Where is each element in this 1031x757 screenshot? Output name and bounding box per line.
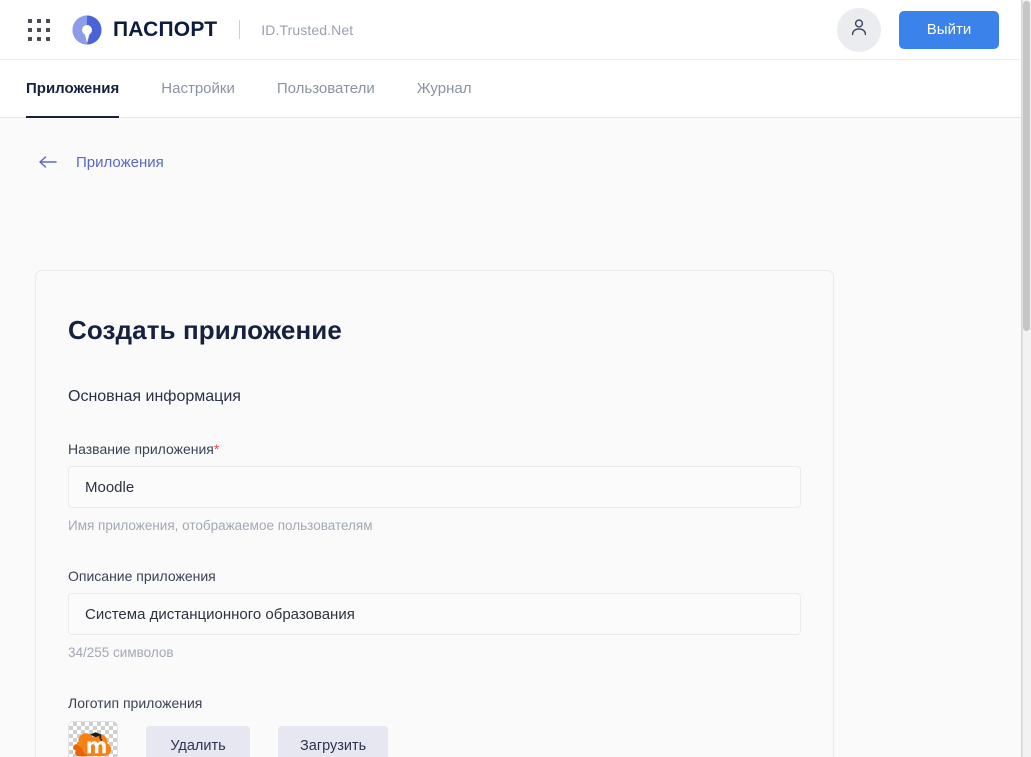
tab-journal[interactable]: Журнал <box>403 60 486 117</box>
brand-block[interactable]: ПАСПОРТ ID.Trusted.Net <box>72 15 353 45</box>
page-title: Создать приложение <box>68 315 342 345</box>
create-application-card: Создать приложение Основная информация Н… <box>35 270 834 757</box>
brand-name: ПАСПОРТ <box>113 17 218 41</box>
tab-users[interactable]: Пользователи <box>263 60 389 117</box>
back-link-applications[interactable]: Приложения <box>76 154 164 171</box>
page-scrollbar-thumb[interactable] <box>1023 1 1030 331</box>
app-logo-label: Логотип приложения <box>68 695 203 711</box>
user-avatar[interactable] <box>837 7 881 52</box>
tab-applications[interactable]: Приложения <box>26 60 133 118</box>
tab-label: Приложения <box>26 80 120 97</box>
delete-logo-button[interactable]: Удалить <box>146 726 250 757</box>
app-logo-row: Удалить Загрузить <box>68 721 801 757</box>
brand-divider <box>239 20 241 39</box>
app-description-input[interactable] <box>68 593 801 635</box>
tab-label: Журнал <box>416 80 472 97</box>
app-description-counter: 34/255 символов <box>68 645 174 660</box>
app-name-label-text: Название приложения <box>68 441 214 457</box>
app-name-helper: Имя приложения, отображаемое пользовател… <box>68 518 373 533</box>
passport-circle-logo-icon <box>72 15 102 45</box>
app-name-label: Название приложения* <box>68 441 801 457</box>
required-marker: * <box>213 441 220 457</box>
breadcrumb: Приложения <box>0 118 1021 178</box>
main-content: Приложения Создать приложение Основная и… <box>0 118 1021 757</box>
page-scrollbar[interactable] <box>1022 0 1031 757</box>
upload-logo-button[interactable]: Загрузить <box>278 726 389 757</box>
user-avatar-icon <box>849 17 869 42</box>
field-app-name: Название приложения* Имя приложения, ото… <box>68 441 801 533</box>
tab-label: Пользователи <box>276 80 375 97</box>
arrow-left-icon[interactable] <box>38 154 58 170</box>
moodle-logo-image <box>68 721 118 757</box>
tab-settings[interactable]: Настройки <box>147 60 249 117</box>
tab-label: Настройки <box>161 80 235 97</box>
field-app-description: Описание приложения 34/255 символов <box>68 568 801 660</box>
grid-apps-icon[interactable] <box>28 18 50 41</box>
app-page: ПАСПОРТ ID.Trusted.Net Выйти Приложения <box>0 0 1022 757</box>
brand-subtitle: ID.Trusted.Net <box>261 21 354 38</box>
browser-viewport: ПАСПОРТ ID.Trusted.Net Выйти Приложения <box>0 0 1031 757</box>
section-title-basic-info: Основная информация <box>68 388 241 405</box>
app-description-label: Описание приложения <box>68 568 216 584</box>
field-app-logo: Логотип приложения Удалить Загрузить <box>68 695 801 757</box>
top-header: ПАСПОРТ ID.Trusted.Net Выйти <box>0 0 1021 60</box>
main-tabbar: Приложения Настройки Пользователи Журнал <box>0 60 1021 118</box>
logout-button[interactable]: Выйти <box>899 10 999 49</box>
app-name-input[interactable] <box>68 466 801 508</box>
